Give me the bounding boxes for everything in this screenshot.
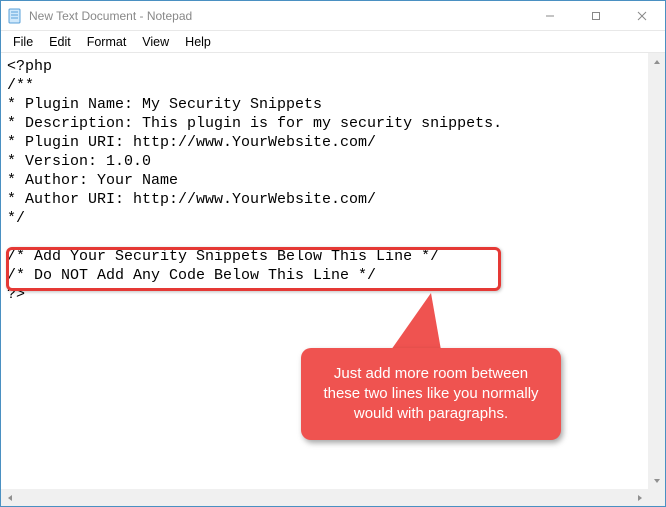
scroll-left-icon[interactable] xyxy=(1,489,18,506)
titlebar: New Text Document - Notepad xyxy=(1,1,665,31)
horizontal-scrollbar[interactable] xyxy=(1,489,648,506)
annotation-callout-text: Just add more room between these two lin… xyxy=(323,365,538,422)
notepad-icon xyxy=(7,8,23,24)
vertical-scrollbar[interactable] xyxy=(648,53,665,489)
vertical-scroll-track[interactable] xyxy=(648,70,665,472)
scroll-right-icon[interactable] xyxy=(631,489,648,506)
notepad-window: New Text Document - Notepad File Edit Fo… xyxy=(0,0,666,507)
scroll-up-icon[interactable] xyxy=(648,53,665,70)
menu-help[interactable]: Help xyxy=(177,33,219,51)
scrollbar-corner xyxy=(648,489,665,506)
scroll-down-icon[interactable] xyxy=(648,472,665,489)
menu-format[interactable]: Format xyxy=(79,33,135,51)
menu-view[interactable]: View xyxy=(134,33,177,51)
horizontal-scroll-track[interactable] xyxy=(18,489,631,506)
window-title: New Text Document - Notepad xyxy=(29,9,192,23)
close-button[interactable] xyxy=(619,1,665,31)
editor-area: <?php /** * Plugin Name: My Security Sni… xyxy=(1,53,665,506)
maximize-button[interactable] xyxy=(573,1,619,31)
menu-edit[interactable]: Edit xyxy=(41,33,79,51)
menu-file[interactable]: File xyxy=(5,33,41,51)
minimize-button[interactable] xyxy=(527,1,573,31)
annotation-callout: Just add more room between these two lin… xyxy=(301,348,561,440)
menubar: File Edit Format View Help xyxy=(1,31,665,53)
